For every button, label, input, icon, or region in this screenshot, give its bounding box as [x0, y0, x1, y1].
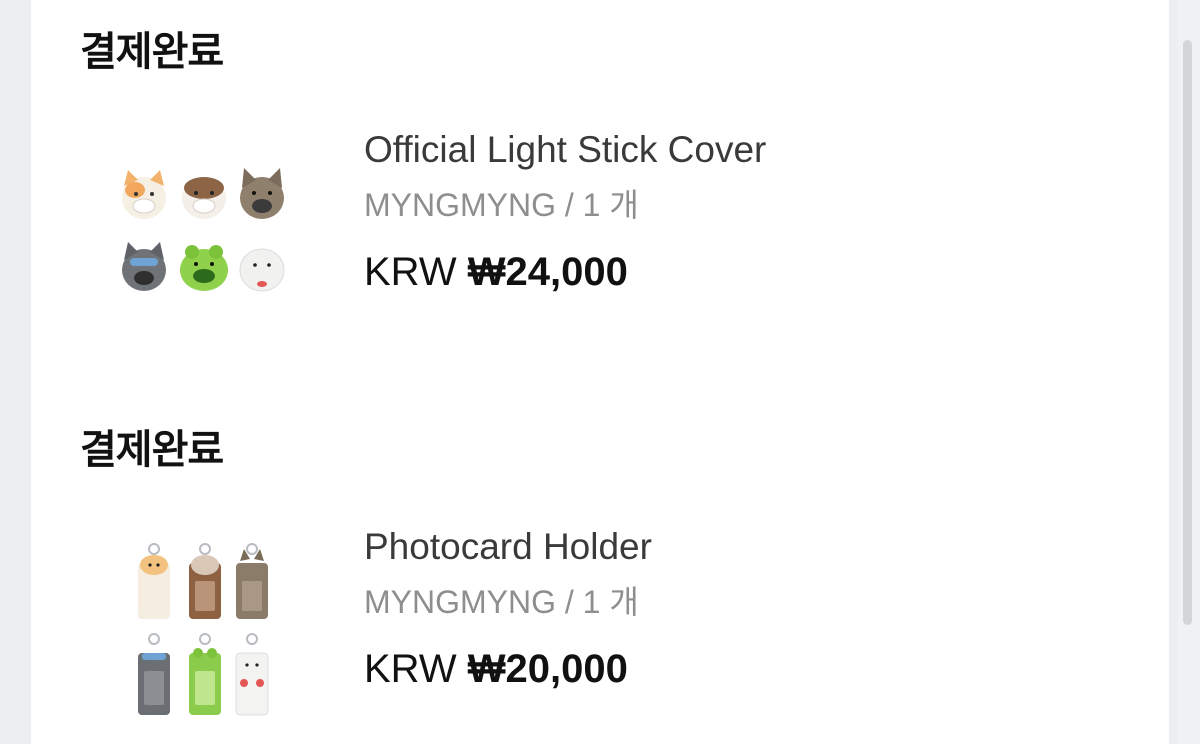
order-status-label: 결제완료	[80, 428, 224, 472]
product-option-quantity: MYNGMYNG / 1 개	[364, 586, 639, 618]
price-currency: KRW	[364, 647, 457, 691]
option-separator: /	[564, 584, 574, 620]
product-quantity: 1 개	[582, 584, 639, 620]
product-price-row: KRW ₩20,000	[364, 649, 628, 689]
price-currency: KRW	[364, 250, 457, 294]
product-option: MYNGMYNG	[364, 187, 556, 223]
photocard-holder-set-image	[138, 543, 269, 716]
order-status-label: 결제완료	[80, 30, 224, 74]
product-option: MYNGMYNG	[364, 584, 556, 620]
price-amount: ₩24,000	[467, 250, 628, 294]
price-amount: ₩20,000	[467, 647, 628, 691]
product-thumbnail[interactable]	[110, 535, 300, 725]
product-quantity: 1 개	[582, 187, 639, 223]
option-separator: /	[564, 187, 574, 223]
scrollbar-thumb[interactable]	[1183, 40, 1192, 625]
product-thumbnail[interactable]	[110, 140, 300, 330]
product-option-quantity: MYNGMYNG / 1 개	[364, 189, 639, 221]
light-stick-cover-set-image	[122, 168, 285, 292]
product-name[interactable]: Official Light Stick Cover	[364, 131, 766, 168]
product-name[interactable]: Photocard Holder	[364, 528, 652, 565]
product-price-row: KRW ₩24,000	[364, 252, 628, 292]
